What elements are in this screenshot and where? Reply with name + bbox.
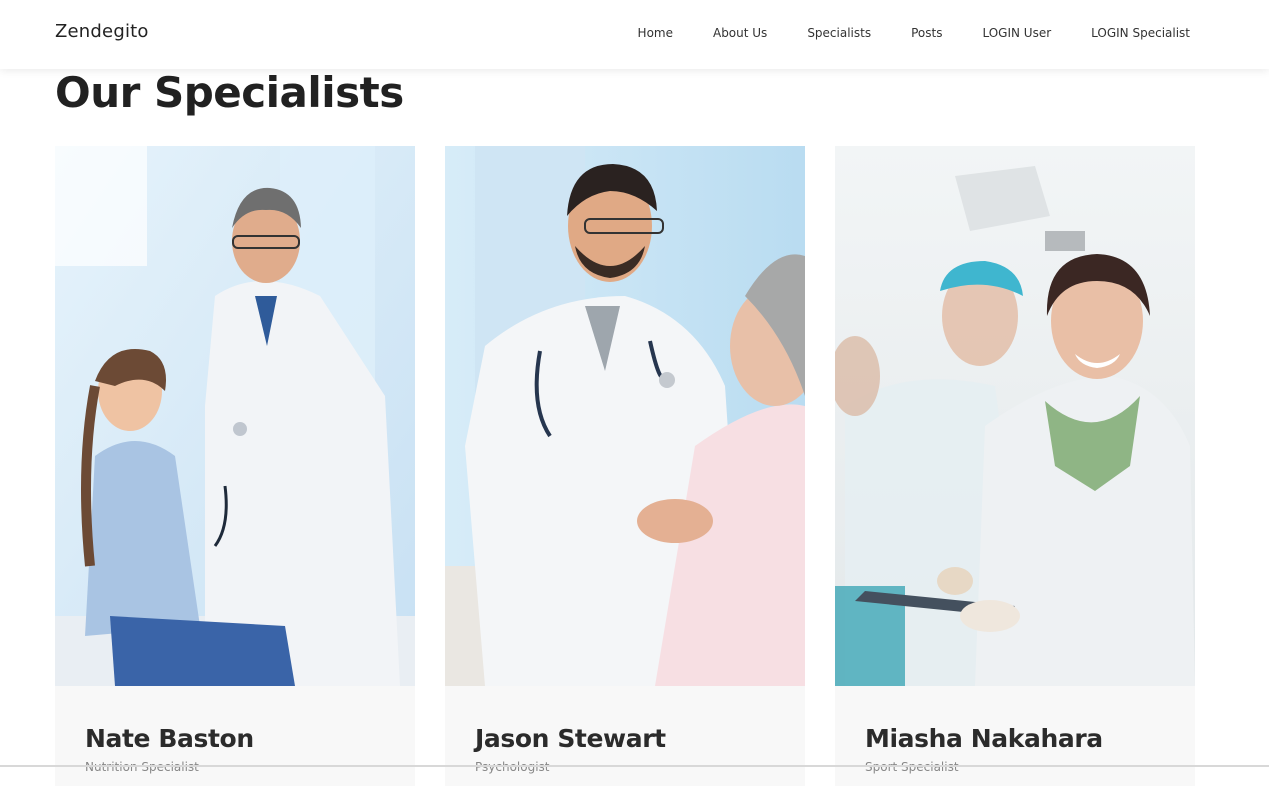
- nav-posts[interactable]: Posts: [911, 26, 942, 40]
- specialist-name: Miasha Nakahara: [865, 724, 1103, 753]
- nav-specialists[interactable]: Specialists: [807, 26, 871, 40]
- specialist-card[interactable]: Jason Stewart Psychologist: [445, 146, 805, 786]
- nav-about-us[interactable]: About Us: [713, 26, 767, 40]
- nav-login-user[interactable]: LOGIN User: [982, 26, 1051, 40]
- doctor-with-patient-photo: [445, 146, 805, 686]
- specialist-role: Sport Specialist: [865, 760, 959, 774]
- nav-login-specialist[interactable]: LOGIN Specialist: [1091, 26, 1190, 40]
- doctor-with-child-photo: [55, 146, 415, 686]
- navbar: Zendegito Home About Us Specialists Post…: [0, 0, 1269, 69]
- specialist-card[interactable]: Miasha Nakahara Sport Specialist: [835, 146, 1195, 786]
- specialist-role: Nutrition Specialist: [85, 760, 199, 774]
- specialist-photo: [55, 146, 415, 686]
- specialist-card[interactable]: Nate Baston Nutrition Specialist: [55, 146, 415, 786]
- specialist-photo: [445, 146, 805, 686]
- main-nav: Home About Us Specialists Posts LOGIN Us…: [598, 26, 1190, 40]
- specialist-name: Nate Baston: [85, 724, 254, 753]
- nav-home[interactable]: Home: [638, 26, 673, 40]
- specialist-role: Psychologist: [475, 760, 550, 774]
- specialist-name: Jason Stewart: [475, 724, 666, 753]
- page-title: Our Specialists: [55, 68, 404, 117]
- brand-logo[interactable]: Zendegito: [55, 21, 149, 42]
- specialist-photo: [835, 146, 1195, 686]
- doctor-with-clipboard-photo: [835, 146, 1195, 686]
